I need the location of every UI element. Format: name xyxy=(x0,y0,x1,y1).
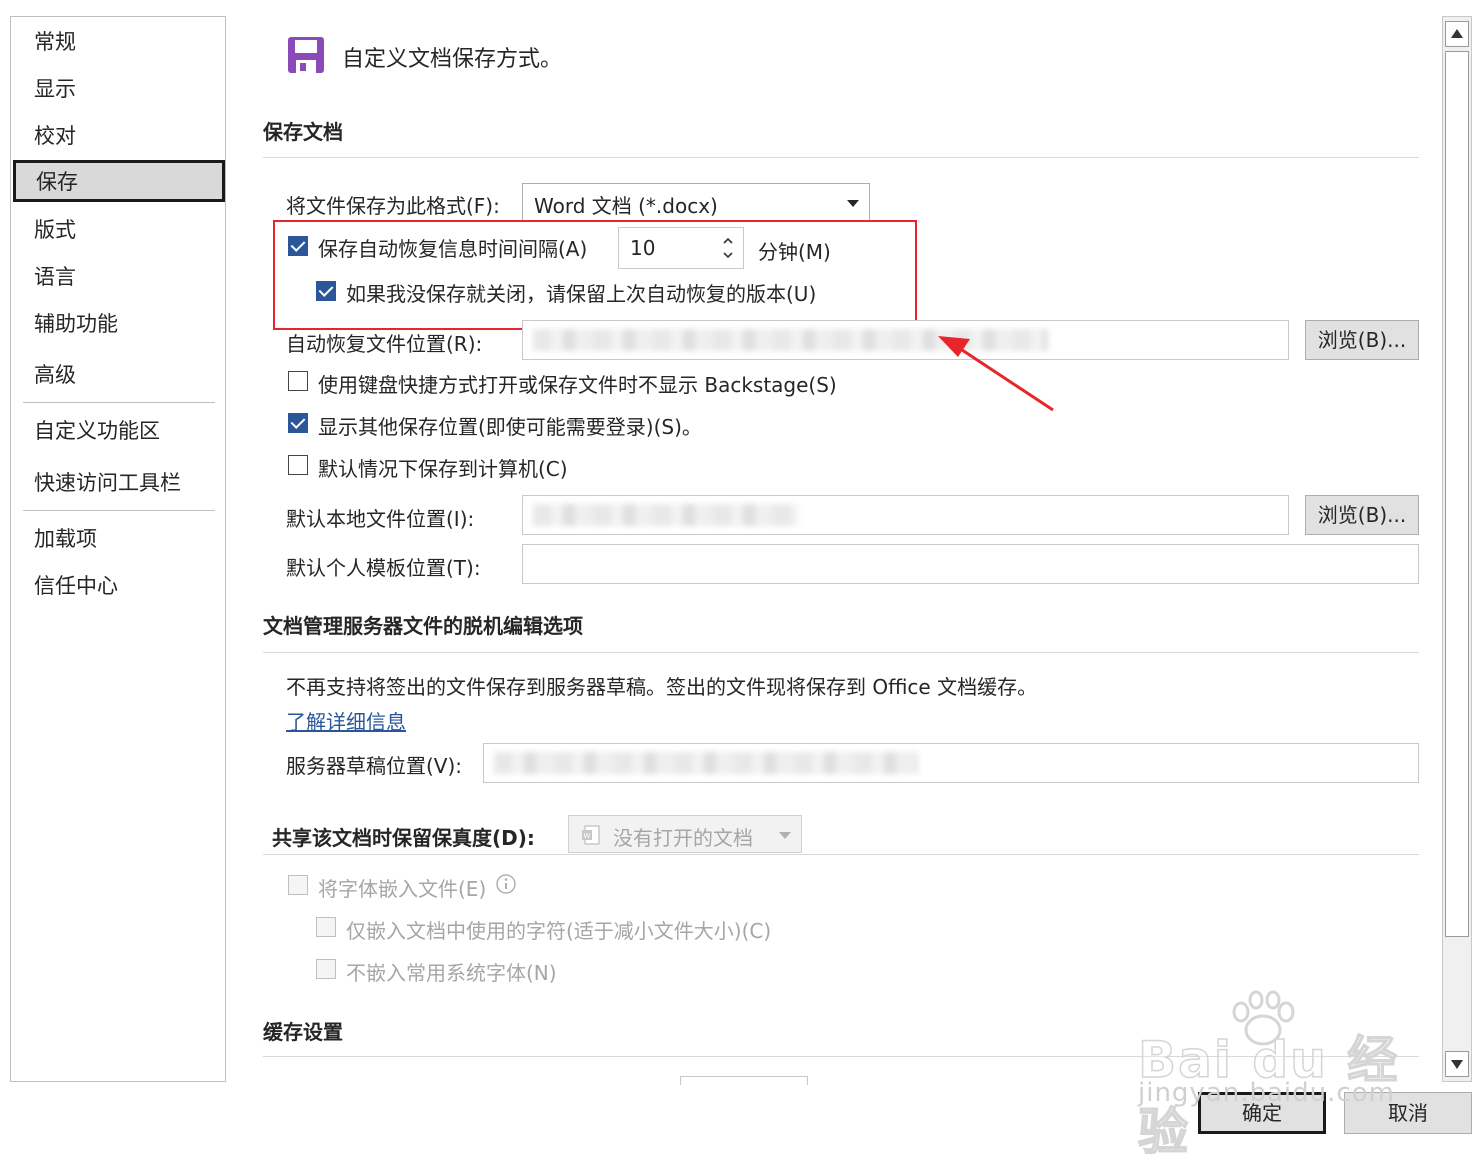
save-format-select[interactable]: Word 文档 (*.docx) xyxy=(522,183,870,221)
cache-input-partial[interactable] xyxy=(680,1076,808,1085)
baidu-jingyan-watermark: Bai du 经验 jingyan.baidu.com xyxy=(1137,990,1438,1162)
sidebar-item-layout[interactable]: 版式 xyxy=(11,209,225,251)
local-location-input[interactable] xyxy=(522,495,1289,535)
blurred-path xyxy=(494,752,918,774)
embed-used-chars-checkbox[interactable] xyxy=(316,917,336,937)
info-icon[interactable] xyxy=(495,873,517,895)
scroll-down-arrow-icon[interactable] xyxy=(1445,1051,1469,1077)
section-divider xyxy=(263,157,1419,158)
learn-more-link[interactable]: 了解详细信息 xyxy=(286,706,406,735)
sidebar-item-general[interactable]: 常规 xyxy=(11,21,225,63)
floppy-disk-icon xyxy=(288,37,324,73)
red-highlight-box xyxy=(273,220,917,330)
chevron-down-icon xyxy=(779,832,791,839)
save-to-computer-label: 默认情况下保存到计算机(C) xyxy=(318,457,568,481)
word-document-icon: W xyxy=(582,825,600,845)
fidelity-document-select[interactable]: W 没有打开的文档 xyxy=(568,815,802,853)
sidebar-item-accessibility[interactable]: 辅助功能 xyxy=(11,303,225,345)
drafts-location-input[interactable] xyxy=(483,743,1419,783)
red-arrow-annotation xyxy=(938,336,1054,412)
sidebar-divider xyxy=(23,510,215,511)
show-other-locations-checkbox[interactable] xyxy=(288,413,308,433)
save-to-computer-checkbox[interactable] xyxy=(288,455,308,475)
svg-text:W: W xyxy=(584,832,591,840)
no-backstage-label: 使用键盘快捷方式打开或保存文件时不显示 Backstage(S) xyxy=(318,373,837,397)
embed-used-chars-label: 仅嵌入文档中使用的字符(适于减小文件大小)(C) xyxy=(346,919,772,943)
options-sidebar: 常规 显示 校对 保存 版式 语言 辅助功能 高级 自定义功能区 快速访问工具栏… xyxy=(10,16,226,1082)
fidelity-document-value: 没有打开的文档 xyxy=(613,826,753,850)
autorecover-location-input[interactable] xyxy=(522,320,1289,360)
save-format-value: Word 文档 (*.docx) xyxy=(534,194,718,218)
save-format-label: 将文件保存为此格式(F): xyxy=(286,194,500,218)
scroll-thumb[interactable] xyxy=(1445,51,1469,937)
section-title-cache: 缓存设置 xyxy=(263,1020,343,1044)
scroll-up-arrow-icon[interactable] xyxy=(1445,21,1469,47)
vertical-scrollbar[interactable] xyxy=(1442,16,1472,1082)
section-title-offline-editing: 文档管理服务器文件的脱机编辑选项 xyxy=(263,614,583,638)
page-title: 自定义文档保存方式。 xyxy=(342,47,563,72)
sidebar-item-customize-ribbon[interactable]: 自定义功能区 xyxy=(11,410,225,452)
template-location-input[interactable] xyxy=(522,544,1419,584)
offline-notice-text: 不再支持将签出的文件保存到服务器草稿。签出的文件现将保存到 Office 文档缓… xyxy=(286,675,1038,699)
sidebar-item-proofing[interactable]: 校对 xyxy=(11,115,225,157)
section-title-fidelity: 共享该文档时保留保真度(D): xyxy=(272,826,535,850)
sidebar-item-advanced[interactable]: 高级 xyxy=(11,354,225,396)
section-title-save-documents: 保存文档 xyxy=(263,120,343,144)
chevron-down-icon xyxy=(847,200,859,207)
sidebar-item-display[interactable]: 显示 xyxy=(11,68,225,110)
no-common-fonts-checkbox[interactable] xyxy=(316,959,336,979)
no-common-fonts-label: 不嵌入常用系统字体(N) xyxy=(346,961,557,985)
blurred-path xyxy=(533,504,798,526)
embed-fonts-label: 将字体嵌入文件(E) xyxy=(318,877,487,901)
watermark-url: jingyan.baidu.com xyxy=(1138,1078,1395,1108)
show-other-locations-label: 显示其他保存位置(即使可能需要登录)(S)。 xyxy=(318,415,702,439)
local-location-label: 默认本地文件位置(I): xyxy=(286,507,475,531)
section-divider xyxy=(263,652,1419,653)
template-location-label: 默认个人模板位置(T): xyxy=(286,556,481,580)
sidebar-item-language[interactable]: 语言 xyxy=(11,256,225,298)
sidebar-item-trust-center[interactable]: 信任中心 xyxy=(11,565,225,607)
autorecover-location-label: 自动恢复文件位置(R): xyxy=(286,332,483,356)
sidebar-item-save[interactable]: 保存 xyxy=(13,160,225,202)
embed-fonts-checkbox[interactable] xyxy=(288,875,308,895)
sidebar-divider xyxy=(23,402,215,403)
no-backstage-checkbox[interactable] xyxy=(288,371,308,391)
browse-local-button[interactable]: 浏览(B)... xyxy=(1305,495,1419,535)
browse-autorecover-button[interactable]: 浏览(B)... xyxy=(1305,320,1419,360)
drafts-location-label: 服务器草稿位置(V): xyxy=(286,754,463,778)
sidebar-item-quick-access-toolbar[interactable]: 快速访问工具栏 xyxy=(11,462,225,504)
section-divider xyxy=(263,854,1419,855)
sidebar-item-addins[interactable]: 加载项 xyxy=(11,518,225,560)
